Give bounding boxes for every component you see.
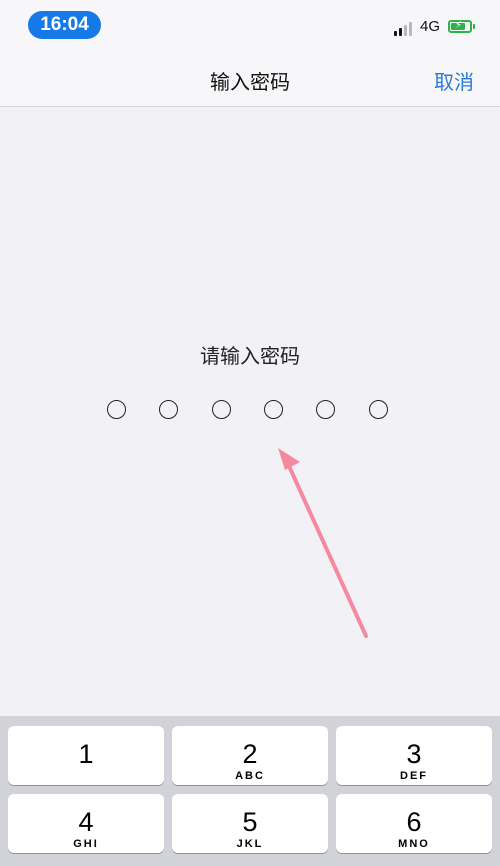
passcode-dot-1 [107, 400, 126, 419]
key-6[interactable]: 6 MNO [336, 794, 492, 853]
key-letters: JKL [236, 838, 264, 850]
key-1[interactable]: 1 [8, 726, 164, 785]
key-3[interactable]: 3 DEF [336, 726, 492, 785]
status-bar: 16:04 4G ⚡ [0, 0, 500, 52]
key-digit: 4 [78, 807, 94, 837]
key-letters: ABC [235, 770, 265, 782]
status-time: 16:04 [28, 11, 101, 39]
passcode-prompt: 请输入密码 [200, 344, 300, 368]
passcode-dot-5 [316, 400, 335, 419]
battery-icon: ⚡ [448, 20, 472, 33]
key-digit: 3 [406, 739, 422, 769]
key-letters: DEF [400, 770, 428, 782]
passcode-dot-2 [159, 400, 178, 419]
key-2[interactable]: 2 ABC [172, 726, 328, 785]
key-digit: 2 [242, 739, 258, 769]
page-title: 输入密码 [210, 70, 290, 94]
charging-bolt-icon: ⚡ [455, 20, 463, 31]
cellular-signal-icon [394, 20, 416, 36]
key-digit: 5 [242, 807, 258, 837]
battery-cap [473, 24, 475, 29]
network-type: 4G [420, 18, 441, 35]
numeric-keypad: 1 2 ABC 3 DEF 4 GHI 5 JKL 6 MNO [0, 716, 500, 866]
key-digit: 1 [78, 739, 94, 769]
key-5[interactable]: 5 JKL [172, 794, 328, 853]
key-letters: MNO [398, 838, 430, 850]
key-4[interactable]: 4 GHI [8, 794, 164, 853]
passcode-dot-3 [212, 400, 231, 419]
passcode-dots [107, 400, 393, 424]
key-digit: 6 [406, 807, 422, 837]
cancel-button[interactable]: 取消 [434, 66, 474, 95]
key-letters: GHI [73, 838, 99, 850]
passcode-dot-6 [369, 400, 388, 419]
navigation-bar: 输入密码 取消 [0, 52, 500, 107]
passcode-dot-4 [264, 400, 283, 419]
